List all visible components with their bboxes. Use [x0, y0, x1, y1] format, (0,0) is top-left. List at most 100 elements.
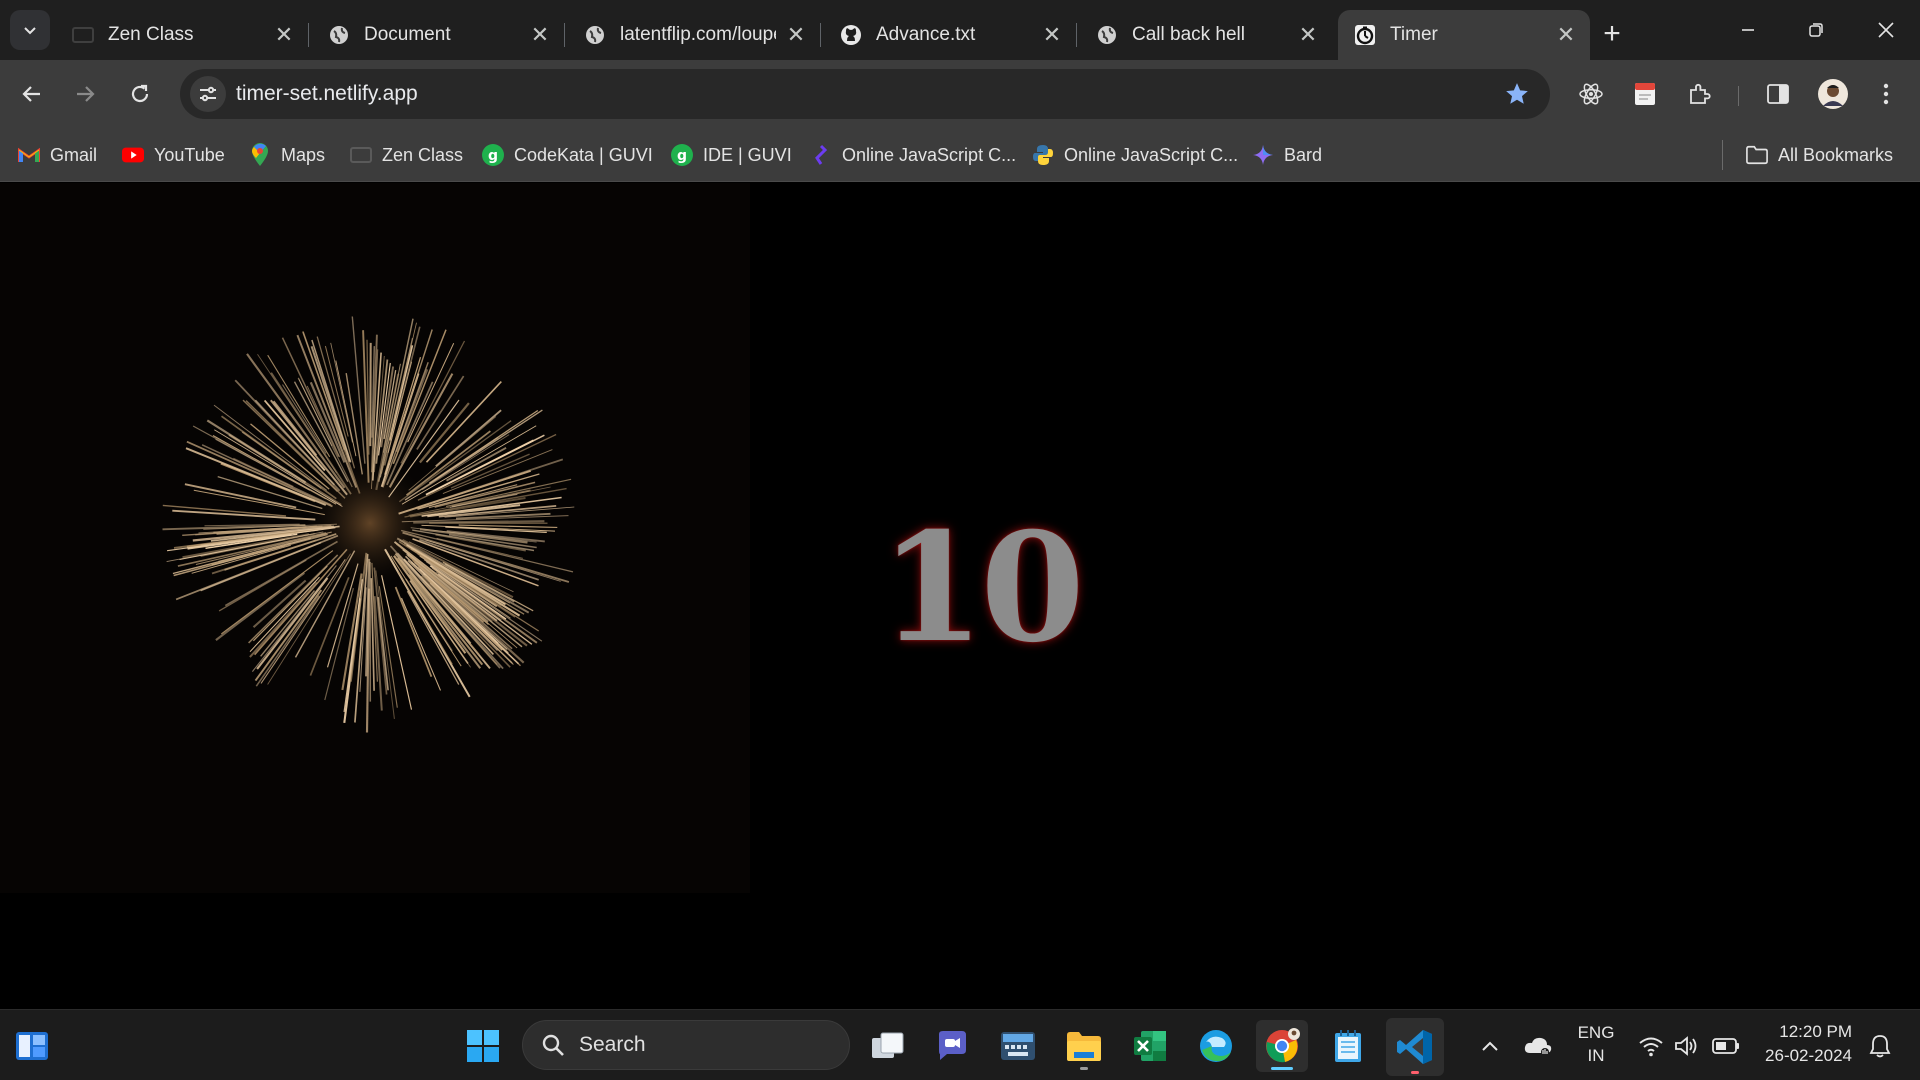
firework-spark	[400, 340, 466, 464]
guvi-icon: g	[671, 144, 693, 166]
close-icon[interactable]: ✕	[272, 22, 296, 47]
side-panel-icon	[1767, 84, 1789, 104]
teams-chat-button[interactable]	[926, 1020, 978, 1072]
virtual-keyboard-app-button[interactable]	[992, 1020, 1044, 1072]
tab-separator	[564, 23, 565, 47]
bookmark-online-js-compiler-1[interactable]: Online JavaScript C...	[810, 140, 1016, 170]
avatar	[1818, 79, 1848, 109]
show-hidden-icons-button[interactable]	[1472, 1020, 1508, 1072]
close-icon	[1878, 22, 1894, 38]
bookmark-label: Gmail	[50, 144, 98, 165]
bookmark-ide-guvi[interactable]: g IDE | GUVI	[671, 140, 792, 170]
tab-zen-class[interactable]: Zen Class ✕	[56, 10, 309, 60]
bookmark-bard[interactable]: Bard	[1252, 140, 1322, 170]
menu-button[interactable]	[1868, 76, 1904, 112]
close-window-button[interactable]	[1852, 0, 1920, 60]
firework-spark	[249, 581, 318, 658]
bookmarks-bar: Gmail YouTube Maps Zen Class g CodeKata …	[0, 128, 1920, 182]
close-icon[interactable]: ✕	[1040, 22, 1064, 47]
page-extension-icon	[1635, 83, 1655, 105]
widgets-icon	[16, 1032, 48, 1060]
restore-button[interactable]	[1782, 0, 1850, 60]
globe-icon	[584, 24, 606, 46]
firework-spark	[343, 579, 363, 712]
all-bookmarks-button[interactable]: All Bookmarks	[1746, 140, 1893, 170]
bookmark-maps[interactable]: Maps	[249, 140, 325, 170]
battery-button[interactable]	[1710, 1020, 1742, 1072]
language-indicator[interactable]: ENG IN	[1570, 1021, 1622, 1067]
back-button[interactable]	[12, 74, 52, 114]
zen-class-icon	[72, 24, 94, 46]
task-view-button[interactable]	[862, 1020, 914, 1072]
tab-latentflip[interactable]: latentflip.com/loupe ✕	[568, 10, 821, 60]
chrome-icon	[1266, 1028, 1300, 1063]
region-code: IN	[1587, 1046, 1605, 1065]
minimize-button[interactable]	[1714, 0, 1782, 60]
battery-icon	[1712, 1038, 1739, 1054]
profile-button[interactable]	[1815, 76, 1851, 112]
bookmark-gmail[interactable]: Gmail	[18, 140, 97, 170]
react-icon	[1579, 83, 1603, 105]
excel-button[interactable]	[1124, 1020, 1176, 1072]
vscode-button[interactable]	[1386, 1018, 1444, 1076]
bookmark-label: IDE | GUVI	[703, 144, 792, 165]
bookmark-codekata-guvi[interactable]: g CodeKata | GUVI	[482, 140, 653, 170]
close-icon[interactable]: ✕	[528, 22, 552, 47]
bookmark-label: Bard	[1284, 144, 1323, 165]
onedrive-tray-button[interactable]	[1520, 1020, 1556, 1072]
taskbar-search[interactable]: Search	[522, 1020, 850, 1070]
close-icon[interactable]: ✕	[784, 22, 808, 47]
minimize-icon	[1742, 29, 1754, 31]
svg-text:g: g	[488, 148, 498, 164]
globe-icon	[328, 24, 350, 46]
cloud-icon	[1524, 1037, 1552, 1056]
guvi-icon: g	[482, 144, 504, 166]
address-bar[interactable]: timer-set.netlify.app	[180, 69, 1550, 119]
forward-button[interactable]	[65, 74, 105, 114]
tab-document[interactable]: Document ✕	[312, 10, 565, 60]
language-code: ENG	[1577, 1023, 1615, 1042]
tab-timer[interactable]: Timer ✕	[1338, 10, 1590, 60]
volume-button[interactable]	[1672, 1020, 1702, 1072]
bookmark-online-js-compiler-2[interactable]: Online JavaScript C...	[1032, 140, 1238, 170]
close-icon[interactable]: ✕	[1296, 22, 1320, 47]
edge-button[interactable]	[1190, 1020, 1242, 1072]
bookmark-youtube[interactable]: YouTube	[122, 140, 225, 170]
bookmark-zen-class[interactable]: Zen Class	[350, 140, 463, 170]
file-explorer-icon	[1067, 1032, 1101, 1061]
notepad-button[interactable]	[1322, 1020, 1374, 1072]
star-icon[interactable]	[1504, 81, 1530, 107]
bookmark-label: All Bookmarks	[1778, 144, 1894, 165]
react-devtools-extension[interactable]	[1573, 76, 1609, 112]
reload-button[interactable]	[120, 74, 160, 114]
tab-title: Timer	[1390, 24, 1438, 45]
site-info-button[interactable]	[190, 76, 226, 112]
bard-icon	[1252, 144, 1274, 166]
tab-search-button[interactable]	[10, 10, 50, 50]
side-panel-button[interactable]	[1760, 76, 1796, 112]
widgets-button[interactable]	[6, 1020, 58, 1072]
file-explorer-button[interactable]	[1058, 1020, 1110, 1072]
tab-call-back-hell[interactable]: Call back hell ✕	[1080, 10, 1332, 60]
task-view-icon	[872, 1032, 904, 1058]
extensions-button[interactable]	[1681, 76, 1717, 112]
tab-advance-txt[interactable]: Advance.txt ✕	[824, 10, 1077, 60]
virtual-keyboard-app-icon	[1001, 1032, 1035, 1060]
new-tab-button[interactable]: +	[1594, 16, 1630, 52]
taskbar-clock[interactable]: 12:20 PM 26-02-2024	[1752, 1020, 1852, 1068]
firework-spark	[383, 326, 421, 466]
chrome-button[interactable]	[1256, 1020, 1308, 1072]
more-vertical-icon	[1883, 83, 1889, 105]
network-button[interactable]	[1636, 1020, 1666, 1072]
close-icon[interactable]: ✕	[1554, 22, 1578, 47]
firework-spark	[458, 524, 558, 528]
tab-title: Document	[364, 24, 451, 45]
active-indicator	[1271, 1067, 1293, 1070]
notifications-button[interactable]	[1862, 1020, 1898, 1072]
reader-extension[interactable]	[1627, 76, 1663, 112]
teams-chat-icon	[939, 1031, 966, 1060]
bell-icon	[1869, 1035, 1891, 1058]
start-button[interactable]	[457, 1020, 509, 1072]
tab-separator	[1076, 23, 1077, 47]
url-text[interactable]: timer-set.netlify.app	[236, 82, 418, 106]
